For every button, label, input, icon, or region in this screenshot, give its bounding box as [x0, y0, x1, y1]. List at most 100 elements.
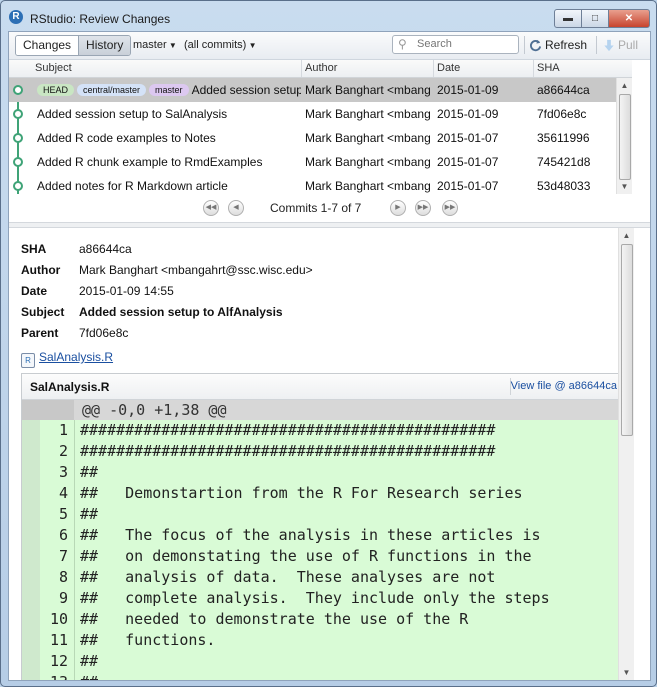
commit-author: Mark Banghart <mbangahrt@ssc.wisc.edu> — [305, 155, 431, 169]
commit-row[interactable]: Added R code examples to Notes Mark Bangh… — [9, 126, 632, 150]
detail-scrollbar[interactable]: ▲ ▼ — [618, 228, 634, 680]
commit-date: 2015-01-07 — [437, 131, 499, 145]
diff-line-added: 4 ## Demonstartion from the R For Researc… — [22, 483, 623, 504]
pull-arrow-icon — [604, 39, 614, 51]
commit-row[interactable]: HEAD central/master master Added session se… — [9, 78, 632, 102]
search-input[interactable] — [415, 37, 515, 51]
rstudio-icon: R — [9, 10, 23, 24]
history-tab[interactable]: History — [78, 36, 131, 55]
date-column-header[interactable]: Date — [437, 62, 460, 74]
toolbar-divider — [524, 36, 525, 54]
code-text: ## functions. — [80, 631, 216, 649]
commit-detail-pane: SHA a86644ca Author Mark Banghart <mbangah… — [9, 228, 634, 680]
next-five-page-icon[interactable]: ▶▶ — [415, 200, 431, 216]
commit-row[interactable]: Added session setup to SalAnalysis Mark B… — [9, 102, 632, 126]
line-number: 5 — [58, 505, 68, 523]
scroll-thumb[interactable] — [619, 94, 631, 180]
scroll-up-icon[interactable]: ▲ — [619, 228, 634, 243]
scroll-down-icon[interactable]: ▼ — [619, 665, 634, 680]
sha-column-header[interactable]: SHA — [537, 62, 560, 74]
date-value: 2015-01-09 14:55 — [79, 284, 174, 298]
subject-label: Subject — [21, 305, 65, 319]
search-box[interactable]: ⚲ — [392, 35, 519, 54]
minimize-button[interactable]: ▬ — [554, 9, 582, 28]
ref-badge: central/master — [77, 84, 147, 96]
commit-sha: a86644ca — [537, 83, 590, 97]
line-number: 10 — [49, 610, 68, 628]
diff-gutter — [22, 525, 40, 546]
column-divider[interactable] — [533, 60, 534, 77]
subject-value: Added session setup to AlfAnalysis — [79, 305, 283, 319]
window-title: RStudio: Review Changes — [30, 12, 171, 26]
changes-tab[interactable]: Changes — [16, 36, 79, 55]
commit-filter-dropdown[interactable]: (all commits) ▼ — [184, 39, 256, 51]
diff-gutter — [22, 651, 40, 672]
line-number: 3 — [58, 463, 68, 481]
scroll-thumb[interactable] — [621, 244, 633, 436]
commit-date: 2015-01-09 — [437, 107, 499, 121]
diff-line-added: 11 ## functions. — [22, 630, 623, 651]
commit-author: Mark Banghart <mbangahrt@ssc.wisc.edu> — [305, 83, 431, 97]
line-number: 1 — [58, 421, 68, 439]
diff-gutter — [22, 483, 40, 504]
commit-date: 2015-01-09 — [437, 83, 499, 97]
title-bar[interactable]: R RStudio: Review Changes ▬ □ ✕ — [1, 1, 656, 31]
review-changes-window: R RStudio: Review Changes ▬ □ ✕ Changes … — [0, 0, 657, 687]
refresh-label: Refresh — [545, 38, 588, 52]
commit-list-scrollbar[interactable]: ▲ ▼ — [616, 78, 632, 194]
gutter-divider — [74, 567, 75, 588]
previous-page-icon[interactable]: ◀ — [228, 200, 244, 216]
line-number: 11 — [49, 631, 68, 649]
commit-subject: Added R chunk example to RmdExamples — [37, 155, 301, 169]
commit-date: 2015-01-07 — [437, 179, 499, 193]
pull-button[interactable]: Pull — [603, 38, 638, 52]
first-page-icon[interactable]: ◀◀ — [203, 200, 219, 216]
code-text: ## — [80, 505, 99, 523]
gutter-divider — [74, 420, 75, 441]
gutter-divider — [74, 588, 75, 609]
line-number: 6 — [58, 526, 68, 544]
scroll-down-icon[interactable]: ▼ — [617, 179, 632, 194]
branch-dropdown[interactable]: master ▼ — [133, 39, 177, 51]
commit-filter-label: (all commits) — [184, 39, 247, 51]
column-divider[interactable] — [301, 60, 302, 77]
minimize-icon: ▬ — [563, 13, 573, 24]
gutter-divider — [74, 609, 75, 630]
code-text: ## — [80, 463, 99, 481]
last-page-icon[interactable]: ▶▶ — [442, 200, 458, 216]
diff-gutter — [22, 504, 40, 525]
column-divider[interactable] — [433, 60, 434, 77]
refresh-button[interactable]: Refresh — [529, 38, 587, 52]
diff-line-added: 1 #######################################… — [22, 420, 623, 441]
diff-gutter — [22, 609, 40, 630]
commit-subject-text: Added R code examples to Notes — [37, 131, 216, 145]
commit-list-header: Subject Author Date SHA — [9, 60, 632, 78]
parent-value[interactable]: 7fd06e8c — [79, 326, 128, 340]
next-page-icon[interactable]: ▶ — [390, 200, 406, 216]
view-file-link[interactable]: View file @ a86644ca — [511, 380, 617, 392]
diff-line-added: 8 ## analysis of data. These analyses are… — [22, 567, 623, 588]
maximize-button[interactable]: □ — [581, 9, 609, 28]
diff-gutter — [22, 420, 40, 441]
commit-author: Mark Banghart <mbangahrt@ssc.wisc.edu> — [305, 107, 431, 121]
line-number: 8 — [58, 568, 68, 586]
commit-row[interactable]: Added R chunk example to RmdExamples Mark… — [9, 150, 632, 174]
code-text: ########################################… — [80, 421, 496, 439]
window-controls: ▬ □ ✕ — [554, 9, 650, 28]
author-column-header[interactable]: Author — [305, 62, 337, 74]
scroll-up-icon[interactable]: ▲ — [617, 78, 632, 93]
commit-node-icon — [13, 85, 23, 95]
close-button[interactable]: ✕ — [608, 9, 650, 28]
commit-sha: 7fd06e8c — [537, 107, 587, 121]
gutter-divider — [74, 462, 75, 483]
code-text: ## Demonstartion from the R For Research… — [80, 484, 523, 502]
diff-gutter — [22, 546, 40, 567]
pull-label: Pull — [618, 38, 639, 52]
diff-gutter — [22, 672, 40, 680]
gutter-divider — [74, 651, 75, 672]
diff-line-added: 5 ## — [22, 504, 623, 525]
changed-file-link[interactable]: R SalAnalysis.R — [21, 350, 113, 368]
code-text: ########################################… — [80, 442, 496, 460]
subject-column-header[interactable]: Subject — [35, 62, 72, 74]
maximize-icon: □ — [591, 13, 599, 24]
